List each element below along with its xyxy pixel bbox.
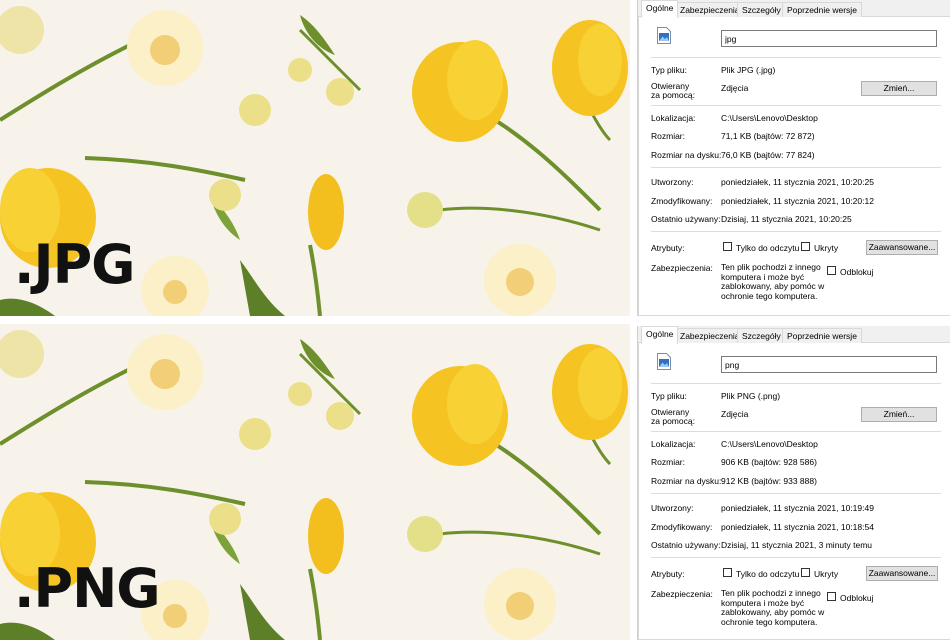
readonly-checkbox[interactable] bbox=[723, 242, 732, 251]
attributes-label: Atrybuty: bbox=[651, 569, 685, 579]
location-value: C:\Users\Lenovo\Desktop bbox=[721, 439, 818, 449]
location-value: C:\Users\Lenovo\Desktop bbox=[721, 113, 818, 123]
file-type-value: Plik JPG (.jpg) bbox=[721, 65, 776, 75]
change-button[interactable]: Zmień... bbox=[861, 407, 937, 422]
created-label: Utworzony: bbox=[651, 503, 694, 513]
hidden-checkbox[interactable] bbox=[801, 568, 810, 577]
disk-size-value: 912 KB (bajtów: 933 888) bbox=[721, 476, 817, 486]
separator bbox=[651, 57, 941, 58]
change-button[interactable]: Zmień... bbox=[861, 81, 937, 96]
tab-general[interactable]: Ogólne bbox=[641, 0, 679, 18]
created-value: poniedziałek, 11 stycznia 2021, 10:20:25 bbox=[721, 177, 874, 187]
file-type-label: Typ pliku: bbox=[651, 391, 687, 401]
unblock-checkbox[interactable] bbox=[827, 266, 836, 275]
separator bbox=[651, 383, 941, 384]
created-value: poniedziałek, 11 stycznia 2021, 10:19:49 bbox=[721, 503, 874, 513]
file-type-label: Typ pliku: bbox=[651, 65, 687, 75]
size-label: Rozmiar: bbox=[651, 457, 686, 467]
modified-value: poniedziałek, 11 stycznia 2021, 10:20:12 bbox=[721, 196, 874, 206]
modified-label: Zmodyfikowany: bbox=[651, 196, 713, 206]
separator bbox=[651, 493, 941, 494]
general-panel: Typ pliku: Plik JPG (.jpg) Otwierany za … bbox=[638, 17, 950, 316]
tab-security[interactable]: Zabezpieczenia bbox=[675, 2, 745, 17]
opens-with-value: Zdjęcia bbox=[721, 409, 749, 419]
security-label: Zabezpieczenia: bbox=[651, 263, 713, 273]
location-label: Lokalizacja: bbox=[651, 113, 696, 123]
properties-dialog-png: Ogólne Zabezpieczenia Szczegóły Poprzedn… bbox=[637, 326, 950, 640]
modified-value: poniedziałek, 11 stycznia 2021, 10:18:54 bbox=[721, 522, 874, 532]
accessed-label: Ostatnio używany: bbox=[651, 214, 721, 224]
location-label: Lokalizacja: bbox=[651, 439, 696, 449]
accessed-value: Dzisiaj, 11 stycznia 2021, 3 minuty temu bbox=[721, 540, 873, 550]
separator bbox=[651, 231, 941, 232]
flower-photo-png: .PNG bbox=[0, 324, 630, 640]
file-name-input[interactable] bbox=[721, 30, 937, 47]
attributes-label: Atrybuty: bbox=[651, 243, 685, 253]
accessed-value: Dzisiaj, 11 stycznia 2021, 10:20:25 bbox=[721, 214, 852, 224]
security-label: Zabezpieczenia: bbox=[651, 589, 713, 599]
security-message: Ten plik pochodzi z innego komputera i m… bbox=[721, 588, 825, 627]
created-label: Utworzony: bbox=[651, 177, 694, 187]
unblock-label: Odblokuj bbox=[840, 267, 874, 277]
opens-with-label-line2: za pomocą: bbox=[651, 90, 695, 100]
tab-previous-versions[interactable]: Poprzednie wersje bbox=[782, 328, 862, 343]
tab-security[interactable]: Zabezpieczenia bbox=[675, 328, 745, 343]
format-label-png: .PNG bbox=[14, 557, 161, 620]
tab-bar: Ogólne Zabezpieczenia Szczegóły Poprzedn… bbox=[638, 0, 950, 18]
opens-with-label-line2: za pomocą: bbox=[651, 416, 695, 426]
separator bbox=[651, 557, 941, 558]
file-name-input[interactable] bbox=[721, 356, 937, 373]
disk-size-label: Rozmiar na dysku: bbox=[651, 150, 722, 160]
readonly-checkbox[interactable] bbox=[723, 568, 732, 577]
hidden-label: Ukryty bbox=[814, 243, 839, 253]
image-file-icon bbox=[657, 353, 671, 370]
tab-details[interactable]: Szczegóły bbox=[737, 328, 786, 343]
security-message: Ten plik pochodzi z innego komputera i m… bbox=[721, 262, 825, 301]
tab-previous-versions[interactable]: Poprzednie wersje bbox=[782, 2, 862, 17]
disk-size-value: 76,0 KB (bajtów: 77 824) bbox=[721, 150, 815, 160]
tab-details[interactable]: Szczegóły bbox=[737, 2, 786, 17]
size-value: 906 KB (bajtów: 928 586) bbox=[721, 457, 817, 467]
image-file-icon bbox=[657, 27, 671, 44]
disk-size-label: Rozmiar na dysku: bbox=[651, 476, 722, 486]
readonly-label: Tylko do odczytu bbox=[736, 569, 800, 579]
hidden-label: Ukryty bbox=[814, 569, 839, 579]
size-label: Rozmiar: bbox=[651, 131, 686, 141]
format-label-jpg: .JPG bbox=[14, 233, 136, 296]
unblock-label: Odblokuj bbox=[840, 593, 874, 603]
size-value: 71,1 KB (bajtów: 72 872) bbox=[721, 131, 815, 141]
separator bbox=[651, 167, 941, 168]
modified-label: Zmodyfikowany: bbox=[651, 522, 713, 532]
unblock-checkbox[interactable] bbox=[827, 592, 836, 601]
flower-photo-jpg: .JPG bbox=[0, 0, 630, 316]
opens-with-value: Zdjęcia bbox=[721, 83, 749, 93]
properties-dialog-jpg: Ogólne Zabezpieczenia Szczegóły Poprzedn… bbox=[637, 0, 950, 316]
separator bbox=[651, 431, 941, 432]
readonly-label: Tylko do odczytu bbox=[736, 243, 800, 253]
advanced-button[interactable]: Zaawansowane... bbox=[866, 240, 938, 255]
advanced-button[interactable]: Zaawansowane... bbox=[866, 566, 938, 581]
tab-general[interactable]: Ogólne bbox=[641, 326, 679, 344]
tab-bar: Ogólne Zabezpieczenia Szczegóły Poprzedn… bbox=[638, 326, 950, 344]
accessed-label: Ostatnio używany: bbox=[651, 540, 721, 550]
general-panel: Typ pliku: Plik PNG (.png) Otwierany za … bbox=[638, 343, 950, 640]
hidden-checkbox[interactable] bbox=[801, 242, 810, 251]
separator bbox=[651, 105, 941, 106]
file-type-value: Plik PNG (.png) bbox=[721, 391, 781, 401]
